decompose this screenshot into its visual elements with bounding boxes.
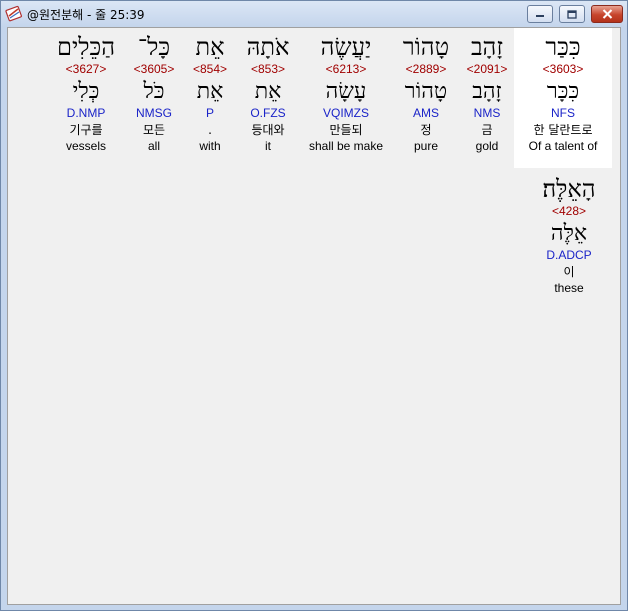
hebrew-lemma: כִּכָּר [546,79,580,104]
hebrew-lemma: אֵת [254,79,282,104]
word-column[interactable]: אֵת <854> אֵת P . with [182,34,238,153]
morphology-code: D.ADCP [546,248,592,262]
hebrew-word: יַעֲשֶׂה [320,33,372,61]
word-column[interactable]: הַכֵּלִים <3627> כְּלִי D.NMP 기구를 vessel… [48,34,124,153]
maximize-icon [567,9,577,19]
strongs-number[interactable]: <3605> [122,62,186,78]
english-gloss: it [265,139,271,153]
hebrew-lemma: כֹּל [143,79,165,104]
english-gloss: with [199,139,221,153]
hebrew-lemma: עָשָׂה [325,79,367,104]
strongs-number[interactable]: <853> [234,62,302,78]
hebrew-word: הָאֵלֶּה׃ [542,175,596,203]
title-bar[interactable]: @원전분해 - 줄 25:39 [1,1,627,27]
strongs-number[interactable]: <2889> [388,62,464,78]
english-gloss: Of a talent of [528,139,598,153]
strongs-number[interactable]: <3603> [514,62,612,78]
strongs-number[interactable]: <428> [526,204,612,220]
korean-gloss: 이 [563,265,575,279]
morphology-code: NMSG [136,106,172,120]
strongs-number[interactable]: <854> [182,62,238,78]
hebrew-lemma: כְּלִי [72,79,100,104]
morphology-code: D.NMP [66,106,106,120]
english-gloss: vessels [65,139,106,153]
hebrew-word: כָּל־ [137,33,171,61]
english-gloss: pure [413,139,439,153]
word-column[interactable]: הָאֵלֶּה׃ <428> אֵלֶּה D.ADCP 이 these [526,176,612,295]
morphology-code: AMS [412,106,439,120]
word-column[interactable]: כִּכַּר <3603> כִּכָּר NFS 한 달란트로 Of a t… [514,28,612,168]
korean-gloss: 만들되 [329,123,363,137]
hebrew-lemma: טָהוֹר [404,79,448,104]
word-column[interactable]: אֹתָהּ <853> אֵת O.FZS 등대와 it [234,34,302,153]
morphology-code: VQIMZS [322,106,369,120]
english-gloss: all [147,139,160,153]
english-gloss: these [554,281,584,295]
hebrew-word: אֵת [195,33,225,61]
word-column[interactable]: כָּל־ <3605> כֹּל NMSG 모든 all [122,34,186,153]
hebrew-word: אֹתָהּ [246,33,290,61]
app-window: @원전분해 - 줄 25:39 כִּכַּר <3603> כִּכָּר N… [0,0,628,611]
korean-gloss: 모든 [142,123,166,137]
korean-gloss: . [208,123,212,137]
minimize-button[interactable] [527,5,553,23]
hebrew-lemma: אֵת [196,79,224,104]
interlinear-view[interactable]: כִּכַּר <3603> כִּכָּר NFS 한 달란트로 Of a t… [7,27,621,605]
korean-gloss: 등대와 [251,123,285,137]
minimize-icon [536,15,544,17]
korean-gloss: 정 [420,123,432,137]
maximize-button[interactable] [559,5,585,23]
word-column[interactable]: יַעֲשֶׂה <6213> עָשָׂה VQIMZS 만들되 shall … [298,34,394,153]
morphology-code: P [205,106,214,120]
hebrew-word: הַכֵּלִים [56,33,116,61]
strongs-number[interactable]: <6213> [298,62,394,78]
korean-gloss: 기구를 [69,123,103,137]
morphology-code: O.FZS [250,106,286,120]
close-button[interactable] [591,5,623,23]
hebrew-word: טָהוֹר [402,33,450,61]
morphology-code: NFS [551,106,575,120]
strongs-number[interactable]: <3627> [48,62,124,78]
english-gloss: shall be make [308,139,384,153]
close-icon [602,9,612,19]
hebrew-lemma: אֵלֶּה [550,221,588,246]
window-title: @원전분해 - 줄 25:39 [27,8,145,22]
word-column[interactable]: טָהוֹר <2889> טָהוֹר AMS 정 pure [388,34,464,153]
korean-gloss: 한 달란트로 [533,123,593,137]
hebrew-word: כִּכַּר [545,33,581,61]
bible-app-icon[interactable] [5,4,23,22]
